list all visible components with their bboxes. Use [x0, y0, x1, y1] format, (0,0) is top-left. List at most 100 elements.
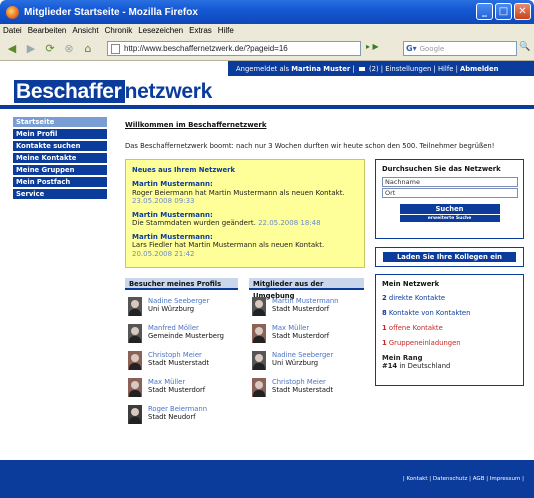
search-icon[interactable]: 🔍: [519, 42, 531, 55]
logout-link[interactable]: Abmelden: [460, 65, 498, 73]
reload-icon[interactable]: ⟳: [42, 41, 58, 57]
website: Angemeldet als Martina Muster | (2) | Ei…: [0, 61, 534, 498]
menu-ansicht[interactable]: Ansicht: [72, 26, 98, 35]
navigation-toolbar: ◀ ▶ ⟳ ⊗ ⌂ http://www.beschaffernetzwerk.…: [0, 37, 534, 61]
person-name[interactable]: Christoph Meier: [148, 351, 209, 359]
avatar[interactable]: [128, 405, 142, 424]
nearby-item[interactable]: Christoph Meier Stadt Musterstadt: [252, 378, 333, 397]
person-name[interactable]: Max Müller: [272, 324, 329, 332]
avatar[interactable]: [128, 297, 142, 316]
network-panel: Mein Netzwerk 2 direkte Kontakte 8 Konta…: [375, 274, 524, 386]
page-icon: [111, 43, 120, 54]
avatar[interactable]: [252, 378, 266, 397]
news-text: Lars Fiedler hat Martin Mustermann als n…: [132, 241, 325, 249]
go-arrow-icon[interactable]: ▸ ▶: [366, 42, 379, 51]
network-open-contacts[interactable]: 1 offene Kontakte: [382, 324, 517, 332]
news-item: Martin Mustermann: Lars Fiedler hat Mart…: [132, 233, 358, 259]
person-location: Stadt Musterdorf: [148, 386, 206, 394]
stop-icon[interactable]: ⊗: [61, 41, 77, 57]
news-text: Die Stammdaten wurden geändert.: [132, 219, 256, 227]
minimize-button[interactable]: _: [476, 3, 493, 20]
news-time: 20.05.2008 21:42: [132, 249, 195, 258]
settings-link[interactable]: Einstellungen: [385, 65, 431, 73]
sidebar-item-kontakte[interactable]: Meine Kontakte: [13, 153, 107, 163]
news-time: 23.05.2008 09:33: [132, 197, 195, 205]
person-name[interactable]: Roger Beiermann: [148, 405, 207, 413]
sidebar-item-startseite[interactable]: Startseite: [13, 117, 107, 127]
search-button[interactable]: Suchen: [399, 204, 500, 214]
search-panel: Durchsuchen Sie das Netzwerk Suchen erwe…: [375, 159, 524, 239]
avatar[interactable]: [128, 324, 142, 343]
web-search-input[interactable]: G▾ Google: [403, 41, 517, 56]
nearby-item[interactable]: Martin Mustermann Stadt Musterdorf: [252, 297, 338, 316]
sidebar-item-postfach[interactable]: Mein Postfach: [13, 177, 107, 187]
site-logo[interactable]: Beschaffer netzwerk: [14, 80, 212, 104]
visitor-item[interactable]: Nadine Seeberger Uni Würzburg: [128, 297, 209, 316]
firefox-icon: [6, 5, 19, 19]
sidebar-item-profil[interactable]: Mein Profil: [13, 129, 107, 139]
advanced-search-button[interactable]: erweiterte Suche: [399, 215, 500, 222]
side-navigation: Startseite Mein Profil Kontakte suchen M…: [13, 117, 107, 201]
avatar[interactable]: [252, 351, 266, 370]
lastname-field[interactable]: [382, 177, 518, 187]
intro-text: Das Beschaffernetzwerk boomt: nach nur 3…: [125, 142, 495, 150]
network-group-invites[interactable]: 1 Gruppeneinladungen: [382, 339, 517, 347]
news-author[interactable]: Martin Mustermann:: [132, 180, 358, 189]
person-name[interactable]: Martin Mustermann: [272, 297, 338, 305]
news-author[interactable]: Martin Mustermann:: [132, 211, 358, 220]
menu-bar: Datei Bearbeiten Ansicht Chronik Lesezei…: [0, 24, 534, 37]
visitor-item[interactable]: Manfred Möller Gemeinde Musterberg: [128, 324, 224, 343]
sidebar-item-kontakte-suchen[interactable]: Kontakte suchen: [13, 141, 107, 151]
home-icon[interactable]: ⌂: [80, 41, 96, 57]
nearby-item[interactable]: Nadine Seeberger Uni Würzburg: [252, 351, 333, 370]
mail-icon[interactable]: [358, 66, 365, 71]
close-button[interactable]: ✕: [514, 3, 531, 20]
avatar[interactable]: [128, 351, 142, 370]
person-name[interactable]: Max Müller: [148, 378, 205, 386]
menu-chronik[interactable]: Chronik: [105, 26, 133, 35]
invite-button[interactable]: Laden Sie Ihre Kollegen ein: [383, 252, 516, 262]
search-placeholder: Google: [419, 44, 445, 53]
avatar[interactable]: [252, 297, 266, 316]
logo-part1: Beschaffer: [14, 80, 125, 103]
site-footer: | Kontakt | Datenschutz | AGB | Impressu…: [0, 460, 534, 498]
network-direct-contacts[interactable]: 2 direkte Kontakte: [382, 294, 517, 302]
menu-hilfe[interactable]: Hilfe: [218, 26, 234, 35]
url-text: http://www.beschaffernetzwerk.de/?pageid…: [124, 44, 288, 53]
person-location: Stadt Musterstadt: [148, 359, 209, 367]
city-field[interactable]: [382, 188, 518, 198]
avatar[interactable]: [128, 378, 142, 397]
forward-arrow-icon[interactable]: ▶: [23, 41, 39, 57]
visitor-item[interactable]: Max Müller Stadt Musterdorf: [128, 378, 205, 397]
sidebar-item-service[interactable]: Service: [13, 189, 107, 199]
maximize-button[interactable]: □: [495, 3, 512, 20]
visitor-item[interactable]: Roger Beiermann Stadt Neudorf: [128, 405, 207, 424]
person-name[interactable]: Manfred Möller: [148, 324, 224, 332]
person-name[interactable]: Christoph Meier: [272, 378, 333, 386]
footer-links[interactable]: | Kontakt | Datenschutz | AGB | Impressu…: [403, 476, 524, 482]
menu-datei[interactable]: Datei: [3, 26, 22, 35]
window-titlebar: Mitglieder Startseite - Mozilla Firefox …: [0, 0, 534, 24]
avatar[interactable]: [252, 324, 266, 343]
google-icon[interactable]: G▾: [406, 44, 417, 53]
menu-extras[interactable]: Extras: [189, 26, 212, 35]
url-bar[interactable]: http://www.beschaffernetzwerk.de/?pageid…: [107, 41, 361, 56]
message-count[interactable]: (2): [369, 65, 379, 73]
rank-label: Mein Rang: [382, 354, 423, 362]
person-name[interactable]: Nadine Seeberger: [148, 297, 209, 305]
menu-bearbeiten[interactable]: Bearbeiten: [28, 26, 67, 35]
news-author[interactable]: Martin Mustermann:: [132, 233, 358, 242]
logo-part2: netzwerk: [124, 80, 213, 103]
network-indirect-contacts[interactable]: 8 Kontakte von Kontakten: [382, 309, 517, 317]
back-arrow-icon[interactable]: ◀: [4, 41, 20, 57]
menu-lesezeichen[interactable]: Lesezeichen: [138, 26, 183, 35]
visitor-item[interactable]: Christoph Meier Stadt Musterstadt: [128, 351, 209, 370]
person-location: Stadt Musterdorf: [272, 305, 330, 313]
rank-suffix: in Deutschland: [399, 362, 451, 370]
person-name[interactable]: Nadine Seeberger: [272, 351, 333, 359]
invite-panel: Laden Sie Ihre Kollegen ein: [375, 247, 524, 267]
sidebar-item-gruppen[interactable]: Meine Gruppen: [13, 165, 107, 175]
person-location: Stadt Musterdorf: [272, 332, 330, 340]
help-link[interactable]: Hilfe: [438, 65, 453, 73]
nearby-item[interactable]: Max Müller Stadt Musterdorf: [252, 324, 329, 343]
